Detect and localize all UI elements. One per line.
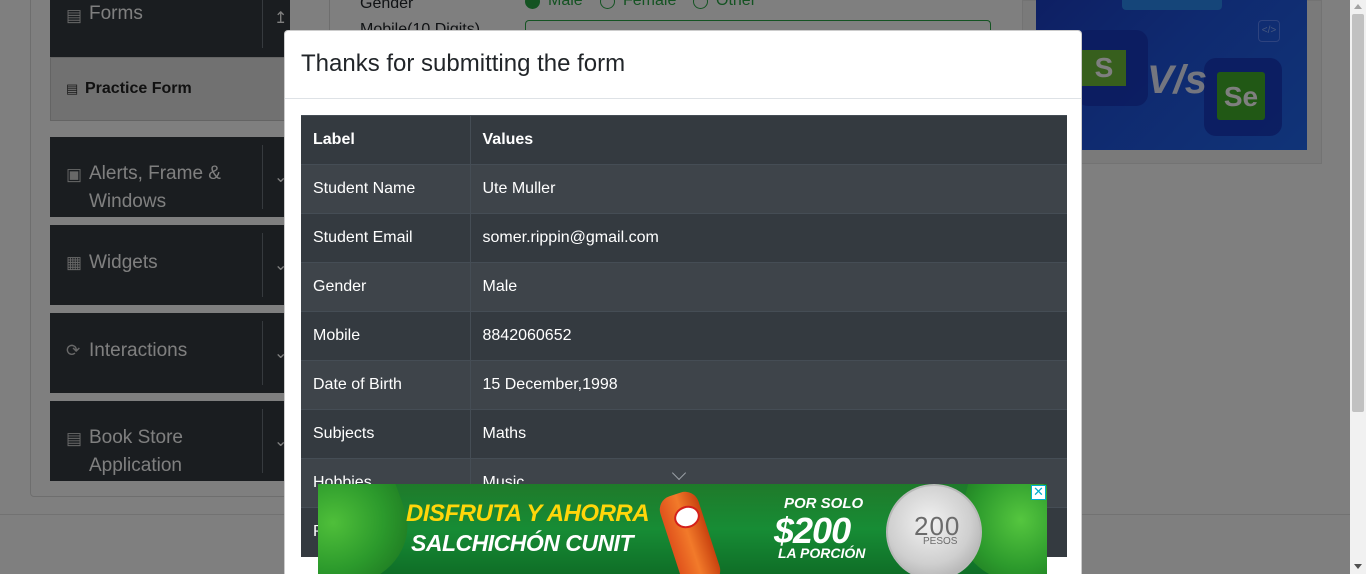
row-value: 15 December,1998 — [470, 360, 1067, 410]
table-row: Mobile 8842060652 — [301, 311, 1067, 361]
table-header-row: Label Values — [301, 115, 1067, 165]
table-row: Subjects Maths — [301, 409, 1067, 459]
scroll-up-icon[interactable] — [1354, 4, 1362, 9]
table-row: Gender Male — [301, 262, 1067, 312]
column-header-label: Label — [301, 115, 471, 165]
table-row: Date of Birth 15 December,1998 — [301, 360, 1067, 410]
row-value: 8842060652 — [470, 311, 1067, 361]
row-label: Date of Birth — [301, 360, 471, 410]
ad-promo-bottom: LA PORCIÓN — [778, 545, 866, 561]
modal-header: Thanks for submitting the form — [285, 31, 1081, 99]
row-value: Maths — [470, 409, 1067, 459]
scrollbar-thumb[interactable] — [1352, 14, 1364, 412]
table-row: Student Name Ute Muller — [301, 164, 1067, 214]
row-label: Student Email — [301, 213, 471, 263]
modal-title: Thanks for submitting the form — [301, 50, 626, 77]
row-label: Student Name — [301, 164, 471, 214]
ad-close-icon[interactable]: ✕ — [1031, 485, 1046, 500]
column-header-values: Values — [470, 115, 1067, 165]
sausage-image — [656, 488, 724, 574]
scroll-down-icon[interactable] — [1354, 564, 1362, 569]
ad-product-name: SALCHICHÓN CUNIT — [411, 530, 634, 556]
coin-currency: PESOS — [923, 536, 958, 547]
row-value: Male — [470, 262, 1067, 312]
advertisement-banner[interactable]: DISFRUTA Y AHORRA SALCHICHÓN CUNIT POR S… — [318, 484, 1047, 574]
row-label: Mobile — [301, 311, 471, 361]
row-value: Ute Muller — [470, 164, 1067, 214]
row-value: somer.rippin@gmail.com — [470, 213, 1067, 263]
ad-headline: DISFRUTA Y AHORRA — [406, 500, 650, 527]
row-label: Subjects — [301, 409, 471, 459]
leaf-decoration — [318, 484, 424, 574]
row-label: Gender — [301, 262, 471, 312]
table-row: Student Email somer.rippin@gmail.com — [301, 213, 1067, 263]
page-scrollbar[interactable] — [1350, 0, 1366, 574]
